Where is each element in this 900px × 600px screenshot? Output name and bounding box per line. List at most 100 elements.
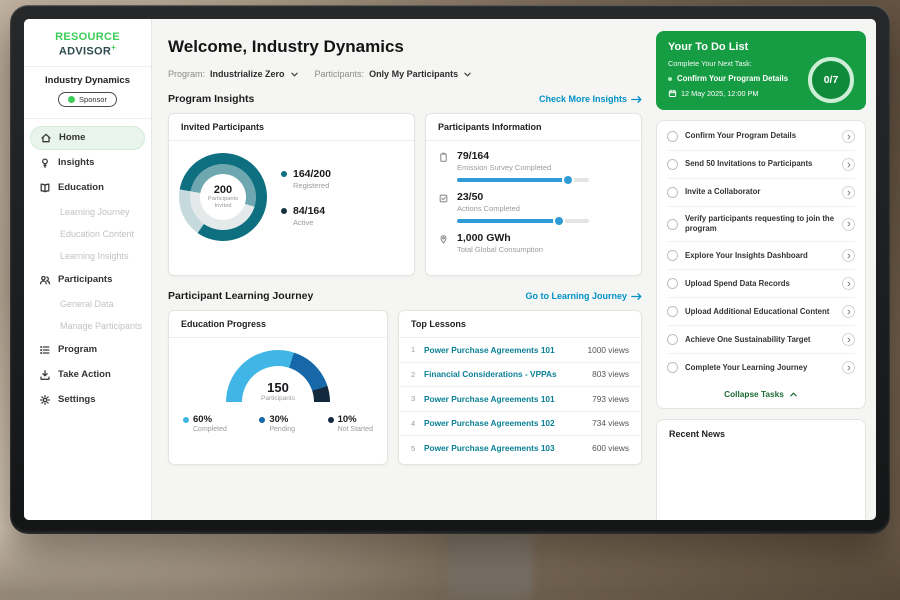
book-icon [39,182,51,194]
sidebar-item-education[interactable]: Education [30,176,145,200]
sponsor-badge[interactable]: Sponsor [58,92,117,107]
sidebar-item-label: Program [58,344,97,355]
chevron-right-icon[interactable] [842,249,855,262]
sidebar-item-settings[interactable]: Settings [30,388,145,412]
check-more-insights-link[interactable]: Check More Insights [539,94,642,104]
lesson-title-link[interactable]: Power Purchase Agreements 103 [424,443,592,453]
lesson-row[interactable]: 5 Power Purchase Agreements 103 600 view… [399,436,641,461]
chevron-down-icon [290,70,299,79]
checkbox-icon[interactable] [667,250,678,261]
sidebar-item-label: Insights [58,157,94,168]
sidebar-item-label: Home [59,132,85,143]
lesson-title-link[interactable]: Power Purchase Agreements 101 [424,345,587,355]
sidebar-item-manage-participants[interactable]: Manage Participants [30,315,145,337]
sponsor-label: Sponsor [79,95,107,104]
home-icon [40,132,52,144]
legend-value: 164/200 [293,168,331,180]
chevron-right-icon[interactable] [842,130,855,143]
logo-plus: + [111,43,116,52]
task-row[interactable]: Send 50 Invitations to Participants [667,151,855,179]
legend-item-pending: 30% Pending [259,414,295,433]
program-filter-label: Program: [168,69,205,79]
progress-bar-fill [457,219,560,223]
info-label: Total Global Consumption [457,245,543,254]
lesson-row[interactable]: 4 Power Purchase Agreements 102 734 view… [399,412,641,437]
checkbox-icon[interactable] [667,187,678,198]
sidebar-item-program[interactable]: Program [30,338,145,362]
chevron-right-icon[interactable] [842,186,855,199]
checkbox-icon[interactable] [667,159,678,170]
check-square-icon [438,193,449,204]
sidebar-item-label: Learning Journey [60,207,130,217]
chevron-right-icon[interactable] [842,277,855,290]
task-row[interactable]: Invite a Collaborator [667,179,855,207]
program-filter-dropdown[interactable]: Industrialize Zero [210,69,299,79]
clipboard-icon [438,152,449,163]
lesson-row[interactable]: 1 Power Purchase Agreements 101 1000 vie… [399,338,641,363]
sidebar-item-take-action[interactable]: Take Action [30,363,145,387]
chevron-right-icon[interactable] [842,361,855,374]
task-row[interactable]: Upload Spend Data Records [667,270,855,298]
sidebar-item-insights[interactable]: Insights [30,151,145,175]
sidebar-item-education-content[interactable]: Education Content [30,223,145,245]
invited-donut-chart: 200 Participants Invited [179,153,267,241]
sidebar-item-label: General Data [60,299,114,309]
task-label: Upload Spend Data Records [685,279,835,289]
legend-dot [281,171,287,177]
info-value: 23/50 [457,191,589,203]
todo-tasks-card: Confirm Your Program Details Send 50 Inv… [656,120,866,409]
sidebar-item-participants[interactable]: Participants [30,268,145,292]
card-title: Education Progress [169,311,387,338]
lesson-views: 793 views [592,394,629,404]
people-icon [39,274,51,286]
lesson-row[interactable]: 3 Power Purchase Agreements 101 793 view… [399,387,641,412]
link-label: Go to Learning Journey [525,291,627,301]
task-row[interactable]: Achieve One Sustainability Target [667,326,855,354]
chevron-right-icon[interactable] [842,218,855,231]
task-row[interactable]: Verify participants requesting to join t… [667,207,855,242]
chevron-right-icon[interactable] [842,305,855,318]
lesson-views: 734 views [592,418,629,428]
info-label: Actions Completed [457,204,589,213]
location-pin-icon [438,234,449,245]
sidebar-item-label: Education [58,182,104,193]
legend-item-not-started: 10% Not Started [328,414,373,433]
lesson-row[interactable]: 2 Financial Considerations - VPPAs 803 v… [399,363,641,388]
sidebar: RESOURCE ADVISOR+ Industry Dynamics Spon… [24,19,152,520]
collapse-tasks-button[interactable]: Collapse Tasks [667,381,855,408]
go-to-learning-journey-link[interactable]: Go to Learning Journey [525,291,642,301]
checkbox-icon[interactable] [667,334,678,345]
sidebar-item-home[interactable]: Home [30,126,145,150]
lesson-title-link[interactable]: Power Purchase Agreements 101 [424,394,592,404]
chevron-right-icon[interactable] [842,333,855,346]
sponsor-icon [68,96,75,103]
checkbox-icon[interactable] [667,219,678,230]
participants-filter-value: Only My Participants [369,69,458,79]
legend-pct: 10% [338,414,357,425]
legend-value: 84/164 [293,205,325,217]
checkbox-icon[interactable] [667,362,678,373]
sidebar-item-label: Participants [58,274,112,285]
task-row[interactable]: Explore Your Insights Dashboard [667,242,855,270]
checkbox-icon[interactable] [667,131,678,142]
sidebar-item-learning-insights[interactable]: Learning Insights [30,245,145,267]
main-content: Welcome, Industry Dynamics Program: Indu… [152,19,654,520]
lesson-views: 803 views [592,369,629,379]
chevron-right-icon[interactable] [842,158,855,171]
lesson-title-link[interactable]: Financial Considerations - VPPAs [424,369,592,379]
task-row[interactable]: Confirm Your Program Details [667,123,855,151]
sidebar-item-general-data[interactable]: General Data [30,293,145,315]
legend-label: Active [293,218,325,227]
task-row[interactable]: Complete Your Learning Journey [667,354,855,381]
checkbox-icon[interactable] [667,278,678,289]
lesson-title-link[interactable]: Power Purchase Agreements 102 [424,418,592,428]
recent-news-card: Recent News [656,419,866,520]
legend-label: Registered [293,181,331,190]
participants-filter-dropdown[interactable]: Only My Participants [369,69,472,79]
gauge-label: Participants [226,395,330,402]
checkbox-icon[interactable] [667,306,678,317]
sidebar-item-learning-journey[interactable]: Learning Journey [30,201,145,223]
invited-card-body: 200 Participants Invited 164/200 Registe… [169,141,414,253]
legend-label: Not Started [338,426,373,433]
task-row[interactable]: Upload Additional Educational Content [667,298,855,326]
